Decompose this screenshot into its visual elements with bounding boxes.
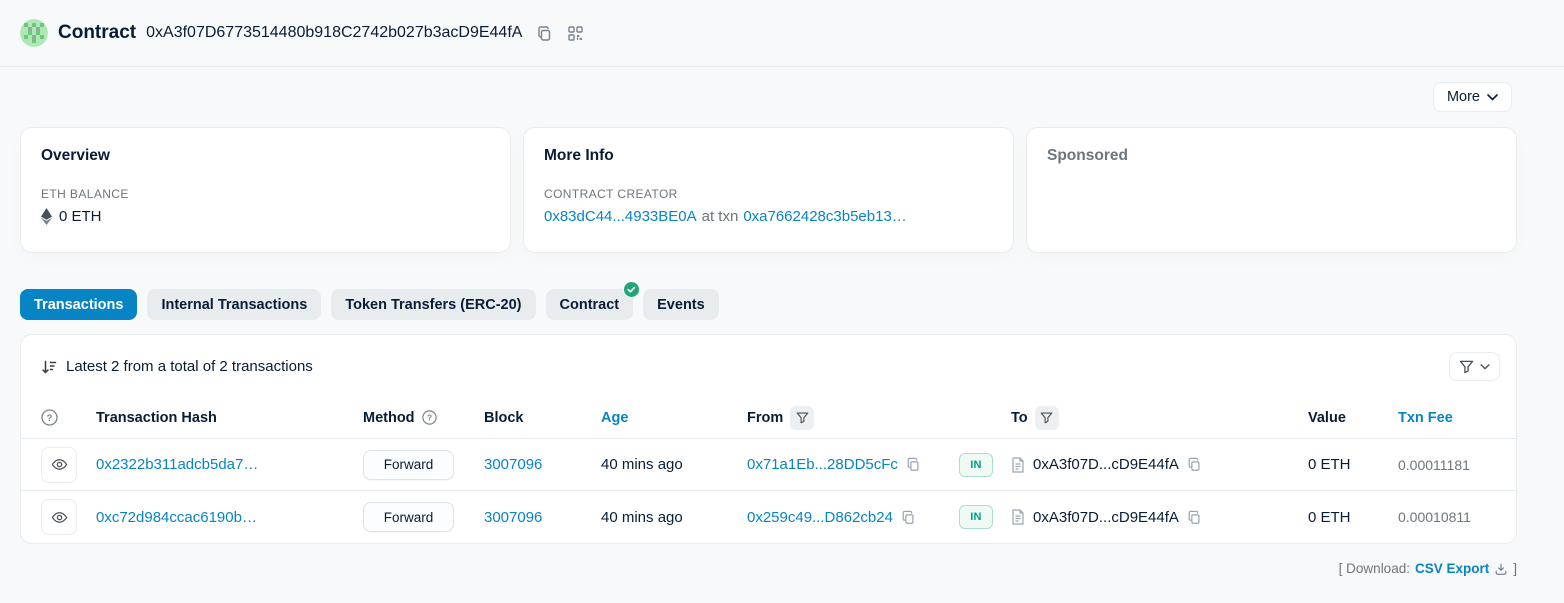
more-button[interactable]: More (1433, 82, 1512, 112)
download-suffix: ] (1513, 561, 1517, 576)
age-cell: 40 mins ago (601, 456, 747, 473)
col-header-from: From (747, 410, 783, 426)
tab-transactions[interactable]: Transactions (20, 289, 137, 320)
table-row: 0xc72d984ccac6190b… Forward 3007096 40 m… (21, 491, 1516, 543)
download-icon (1494, 562, 1508, 576)
verified-check-icon (623, 281, 640, 298)
sponsored-title: Sponsored (1047, 147, 1496, 165)
sort-descending-icon (41, 359, 57, 375)
tab-internal-transactions[interactable]: Internal Transactions (147, 289, 321, 320)
page-header: Contract 0xA3f07D6773514480b918C2742b027… (0, 0, 1564, 67)
eye-preview-icon[interactable] (41, 499, 77, 535)
at-txn-text: at txn (702, 208, 739, 225)
value-cell: 0 ETH (1308, 509, 1398, 526)
table-row: 0x2322b311adcb5da7… Forward 3007096 40 m… (21, 439, 1516, 491)
txn-fee-cell: 0.00010811 (1398, 509, 1496, 525)
tab-bar: Transactions Internal Transactions Token… (20, 289, 1544, 320)
overview-card: Overview ETH BALANCE 0 ETH (20, 127, 511, 253)
copy-address-icon[interactable] (536, 25, 553, 42)
block-link[interactable]: 3007096 (484, 456, 601, 473)
to-address: 0xA3f07D...cD9E44fA (1033, 456, 1179, 473)
age-cell: 40 mins ago (601, 509, 747, 526)
transactions-panel: Latest 2 from a total of 2 transactions … (20, 334, 1517, 544)
tab-events[interactable]: Events (643, 289, 719, 320)
more-info-card: More Info CONTRACT CREATOR 0x83dC44...49… (523, 127, 1014, 253)
overview-title: Overview (41, 147, 490, 165)
copy-icon[interactable] (1187, 510, 1202, 525)
eth-balance-label: ETH BALANCE (41, 187, 490, 201)
creator-address-link[interactable]: 0x83dC44...4933BE0A (544, 208, 697, 225)
eth-balance-value: 0 ETH (59, 208, 102, 225)
col-header-block: Block (484, 410, 601, 426)
direction-in-badge: IN (959, 505, 993, 529)
info-cards: Overview ETH BALANCE 0 ETH More Info CON… (20, 127, 1517, 253)
transactions-summary: Latest 2 from a total of 2 transactions (66, 358, 313, 375)
col-header-age-toggle[interactable]: Age (601, 410, 747, 426)
txn-hash-link[interactable]: 0xc72d984ccac6190b… (96, 509, 281, 526)
eye-preview-icon[interactable] (41, 447, 77, 483)
from-filter-icon[interactable] (790, 406, 814, 430)
filter-button[interactable] (1449, 352, 1500, 381)
actions-row: More (0, 67, 1564, 127)
download-prefix: [ Download: (1339, 561, 1410, 576)
csv-export-link[interactable]: CSV Export (1415, 561, 1489, 576)
page-title: Contract (58, 22, 136, 44)
document-icon (1011, 509, 1025, 525)
svg-text:?: ? (47, 413, 53, 424)
to-address: 0xA3f07D...cD9E44fA (1033, 509, 1179, 526)
chevron-down-icon (1480, 364, 1490, 370)
more-button-label: More (1447, 89, 1480, 105)
download-row: [ Download: CSV Export ] (20, 561, 1517, 576)
svg-text:?: ? (426, 413, 431, 423)
help-icon[interactable]: ? (41, 409, 96, 426)
document-icon (1011, 457, 1025, 473)
help-icon[interactable]: ? (422, 410, 437, 425)
col-header-txn-fee-toggle[interactable]: Txn Fee (1398, 410, 1496, 426)
filter-icon (1459, 359, 1474, 374)
contract-creator-label: CONTRACT CREATOR (544, 187, 993, 201)
method-badge[interactable]: Forward (363, 502, 454, 532)
sponsored-card: Sponsored (1026, 127, 1517, 253)
txn-fee-cell: 0.00011181 (1398, 457, 1496, 473)
creation-txn-link[interactable]: 0xa7662428c3b5eb13… (743, 208, 906, 225)
chevron-down-icon (1487, 94, 1498, 101)
eth-icon (41, 208, 52, 225)
tab-contract[interactable]: Contract (546, 289, 634, 320)
direction-in-badge: IN (959, 453, 993, 477)
to-filter-icon[interactable] (1035, 406, 1059, 430)
col-header-value: Value (1308, 410, 1398, 426)
txn-hash-link[interactable]: 0x2322b311adcb5da7… (96, 456, 281, 473)
col-header-method: Method (363, 410, 415, 426)
from-address-link[interactable]: 0x71a1Eb...28DD5cFc (747, 456, 898, 473)
table-header: ? Transaction Hash Method ? Block Age Fr… (21, 397, 1516, 439)
copy-icon[interactable] (906, 457, 921, 472)
col-header-txn-hash: Transaction Hash (96, 410, 363, 426)
tab-contract-label: Contract (560, 297, 620, 313)
contract-identicon-avatar (20, 19, 48, 47)
contract-address: 0xA3f07D6773514480b918C2742b027b3acD9E44… (146, 24, 522, 42)
copy-icon[interactable] (901, 510, 916, 525)
more-info-title: More Info (544, 147, 993, 165)
col-header-to: To (1011, 410, 1028, 426)
value-cell: 0 ETH (1308, 456, 1398, 473)
qr-code-icon[interactable] (567, 25, 584, 42)
copy-icon[interactable] (1187, 457, 1202, 472)
method-badge[interactable]: Forward (363, 450, 454, 480)
block-link[interactable]: 3007096 (484, 509, 601, 526)
tab-token-transfers[interactable]: Token Transfers (ERC-20) (331, 289, 535, 320)
from-address-link[interactable]: 0x259c49...D862cb24 (747, 509, 893, 526)
